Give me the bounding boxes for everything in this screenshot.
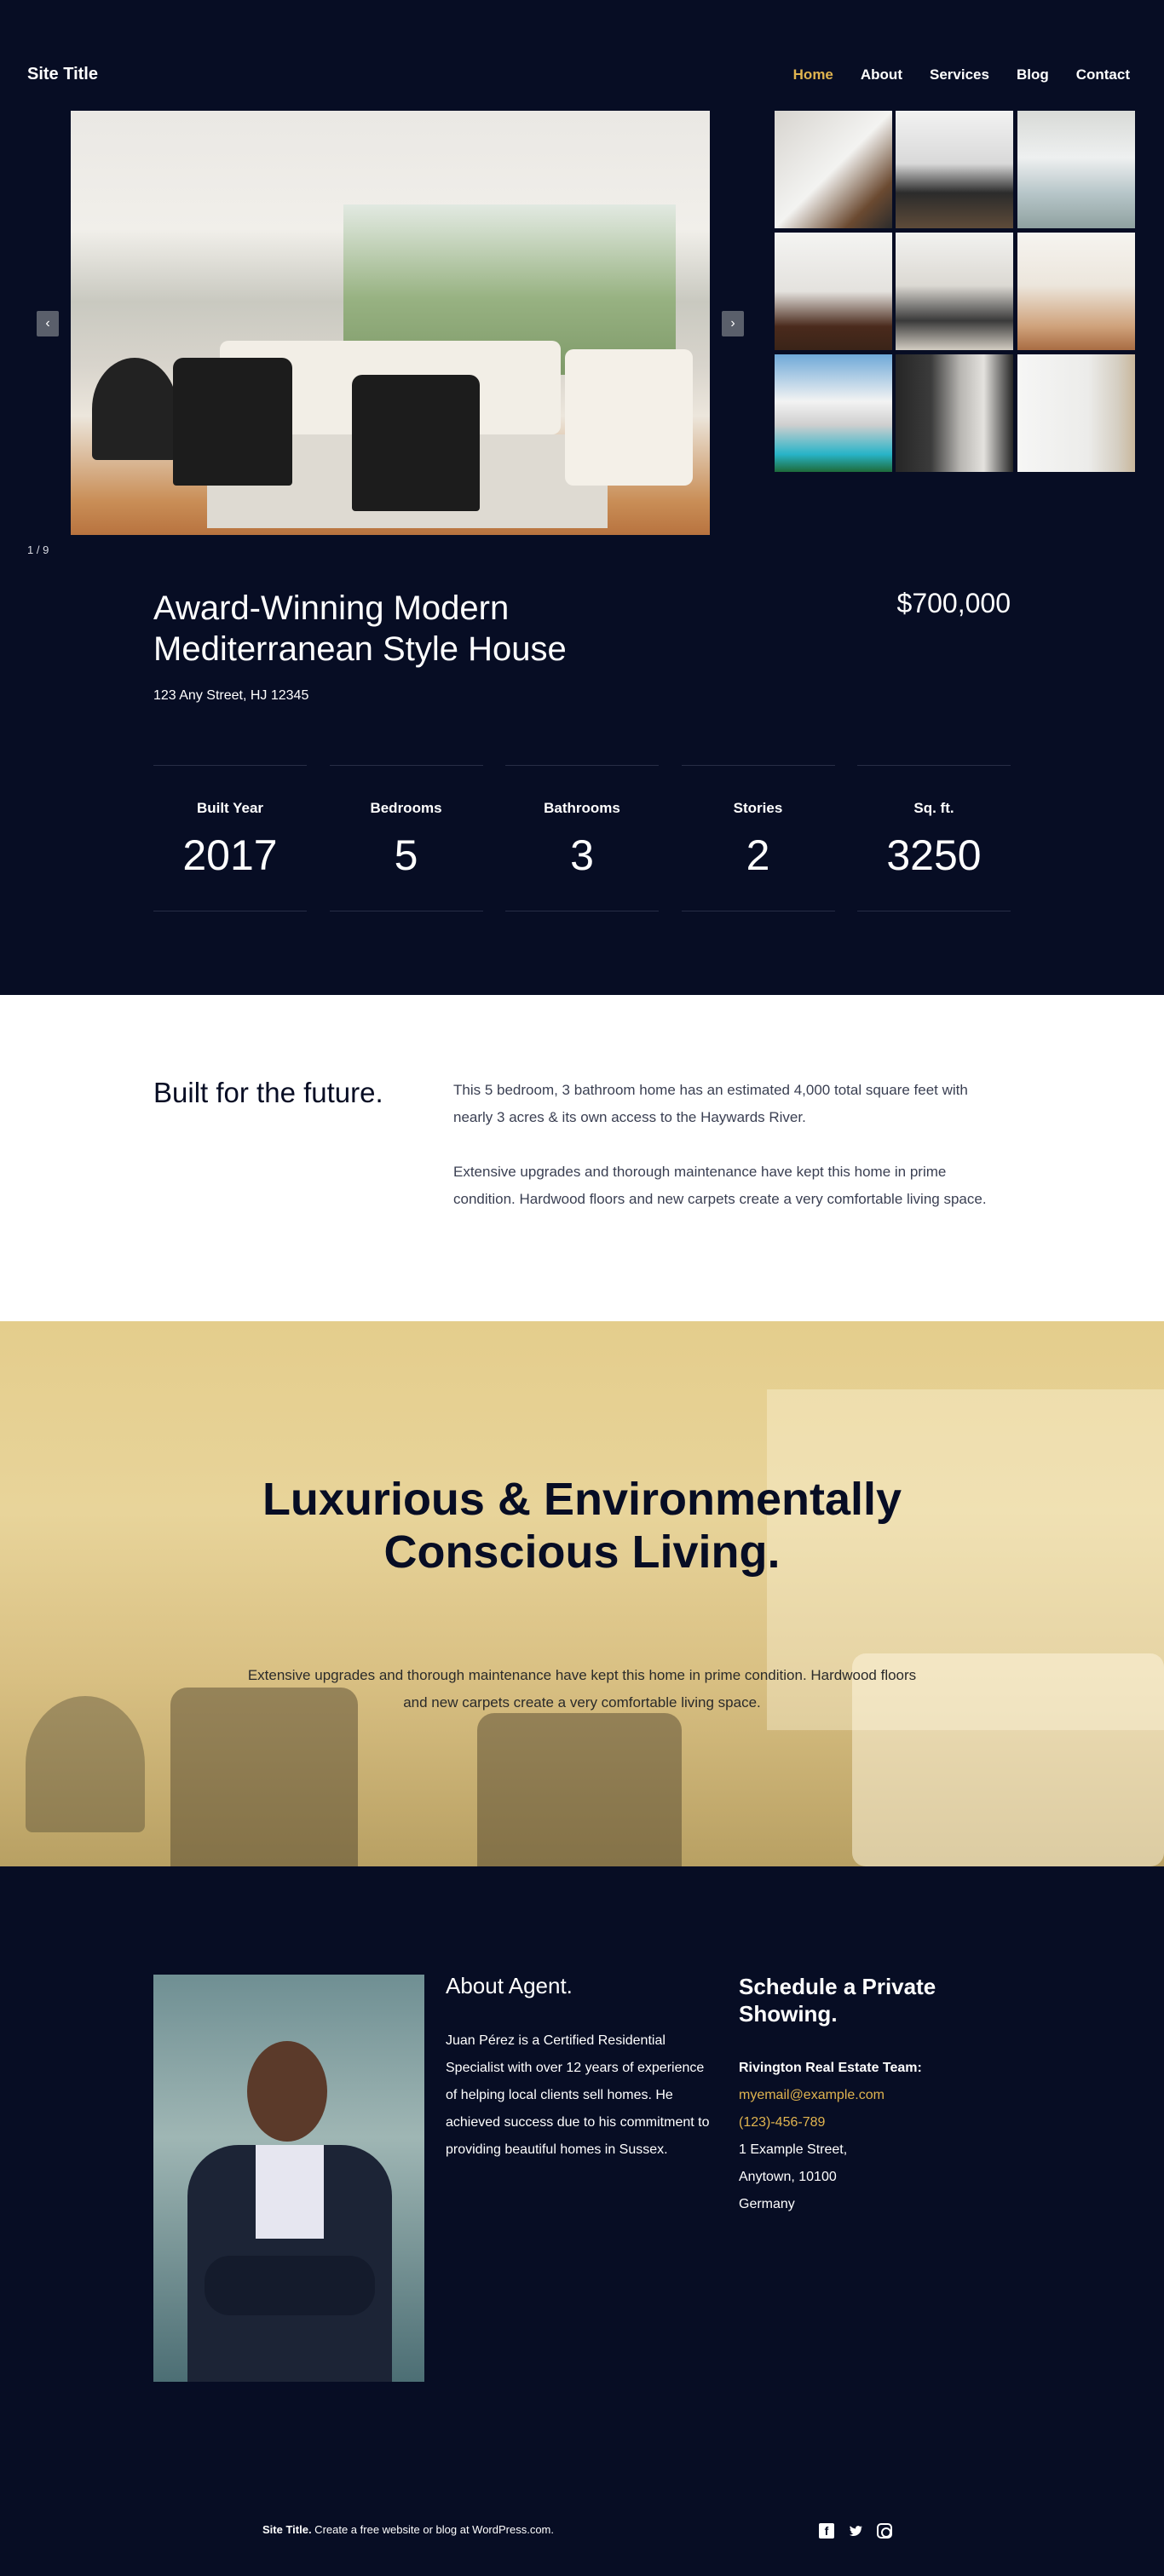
future-paragraph: Extensive upgrades and thorough maintena…: [453, 1164, 987, 1207]
main-gallery-image[interactable]: [71, 111, 710, 535]
stat-value: 5: [394, 831, 418, 879]
chevron-left-icon: ‹: [45, 316, 50, 331]
gallery-counter: 1 / 9: [27, 543, 49, 556]
gallery-thumbnail[interactable]: [775, 354, 892, 472]
twitter-icon[interactable]: [848, 2523, 863, 2539]
property-title: Award-Winning Modern Mediterranean Style…: [153, 589, 567, 668]
agent-arms: [205, 2256, 375, 2315]
address-line: Germany: [739, 2197, 795, 2211]
future-section: Built for the future. This 5 bedroom, 3 …: [0, 995, 1164, 1321]
agent-shirt: [256, 2145, 324, 2239]
stat-label: Built Year: [196, 800, 264, 816]
gallery-thumbnail[interactable]: [896, 111, 1013, 228]
gallery-prev-button[interactable]: ‹: [37, 311, 59, 336]
stat-stories: Stories 2: [681, 765, 835, 911]
stat-label: Stories: [733, 800, 783, 816]
future-paragraph: This 5 bedroom, 3 bathroom home has an e…: [453, 1082, 968, 1125]
stat-label: Sq. ft.: [913, 800, 954, 816]
schedule-title: Schedule a Private Showing.: [739, 1974, 936, 2027]
agent-head: [247, 2041, 327, 2142]
nav-contact[interactable]: Contact: [1076, 66, 1130, 83]
social-links: f: [819, 2523, 892, 2539]
banner-bg-table: [26, 1696, 145, 1832]
schedule-contact: Rivington Real Estate Team: myemail@exam…: [739, 2055, 922, 2218]
gallery-thumbnail[interactable]: [1017, 233, 1135, 350]
team-name: Rivington Real Estate Team:: [739, 2061, 922, 2075]
agent-photo: [153, 1975, 424, 2382]
nav-about[interactable]: About: [861, 66, 902, 83]
gallery-thumbnail[interactable]: [1017, 354, 1135, 472]
gallery-thumbnail[interactable]: [896, 233, 1013, 350]
footer-site-title[interactable]: Site Title.: [262, 2523, 312, 2536]
future-heading: Built for the future.: [153, 1077, 383, 1108]
stat-bedrooms: Bedrooms 5: [329, 765, 483, 911]
stat-value: 2: [746, 831, 770, 879]
chevron-right-icon: ›: [730, 316, 735, 331]
luxury-heading: Luxurious & Environmentally Conscious Li…: [262, 1474, 902, 1578]
stat-value: 3250: [886, 831, 982, 879]
luxury-banner: Luxurious & Environmentally Conscious Li…: [0, 1321, 1164, 1866]
contact-email-link[interactable]: myemail@example.com: [739, 2082, 922, 2109]
gallery-thumbnail[interactable]: [775, 233, 892, 350]
luxury-text: Extensive upgrades and thorough maintena…: [247, 1667, 917, 1711]
about-agent-text: Juan Pérez is a Certified Residential Sp…: [446, 2033, 710, 2157]
armchair-right: [352, 375, 480, 511]
footer-credit-text[interactable]: Create a free website or blog at WordPre…: [312, 2523, 554, 2536]
gallery-thumbnail[interactable]: [896, 354, 1013, 472]
footer-credit: Site Title. Create a free website or blo…: [262, 2523, 554, 2536]
armchair-left: [173, 358, 292, 486]
instagram-icon[interactable]: [877, 2523, 892, 2539]
future-text: This 5 bedroom, 3 bathroom home has an e…: [453, 1077, 1007, 1213]
site-title[interactable]: Site Title: [27, 65, 98, 84]
property-price: $700,000: [896, 588, 1011, 618]
nav-services[interactable]: Services: [930, 66, 989, 83]
nav-home[interactable]: Home: [793, 66, 833, 83]
property-stats: Built Year 2017 Bedrooms 5 Bathrooms 3 S…: [153, 765, 1011, 911]
sofa-side: [565, 349, 693, 486]
facebook-icon[interactable]: f: [819, 2523, 834, 2539]
banner-bg-chair: [477, 1713, 682, 1866]
main-nav: Home About Services Blog Contact: [793, 66, 1130, 83]
about-agent-title: About Agent.: [446, 1973, 573, 1998]
gallery-thumbnail[interactable]: [1017, 111, 1135, 228]
gallery-thumbnail[interactable]: [775, 111, 892, 228]
stat-label: Bathrooms: [544, 800, 620, 816]
stat-built-year: Built Year 2017: [153, 765, 307, 911]
side-table: [92, 358, 177, 460]
gallery-next-button[interactable]: ›: [722, 311, 744, 336]
stat-value: 2017: [182, 831, 278, 879]
contact-phone-link[interactable]: (123)-456-789: [739, 2109, 922, 2136]
property-address: 123 Any Street, HJ 12345: [153, 688, 309, 703]
nav-blog[interactable]: Blog: [1017, 66, 1049, 83]
address-line: Anytown, 10100: [739, 2170, 837, 2184]
stat-label: Bedrooms: [370, 800, 442, 816]
address-line: 1 Example Street,: [739, 2142, 848, 2157]
stat-value: 3: [570, 831, 594, 879]
stat-bathrooms: Bathrooms 3: [505, 765, 659, 911]
stat-sq-ft: Sq. ft. 3250: [857, 765, 1011, 911]
